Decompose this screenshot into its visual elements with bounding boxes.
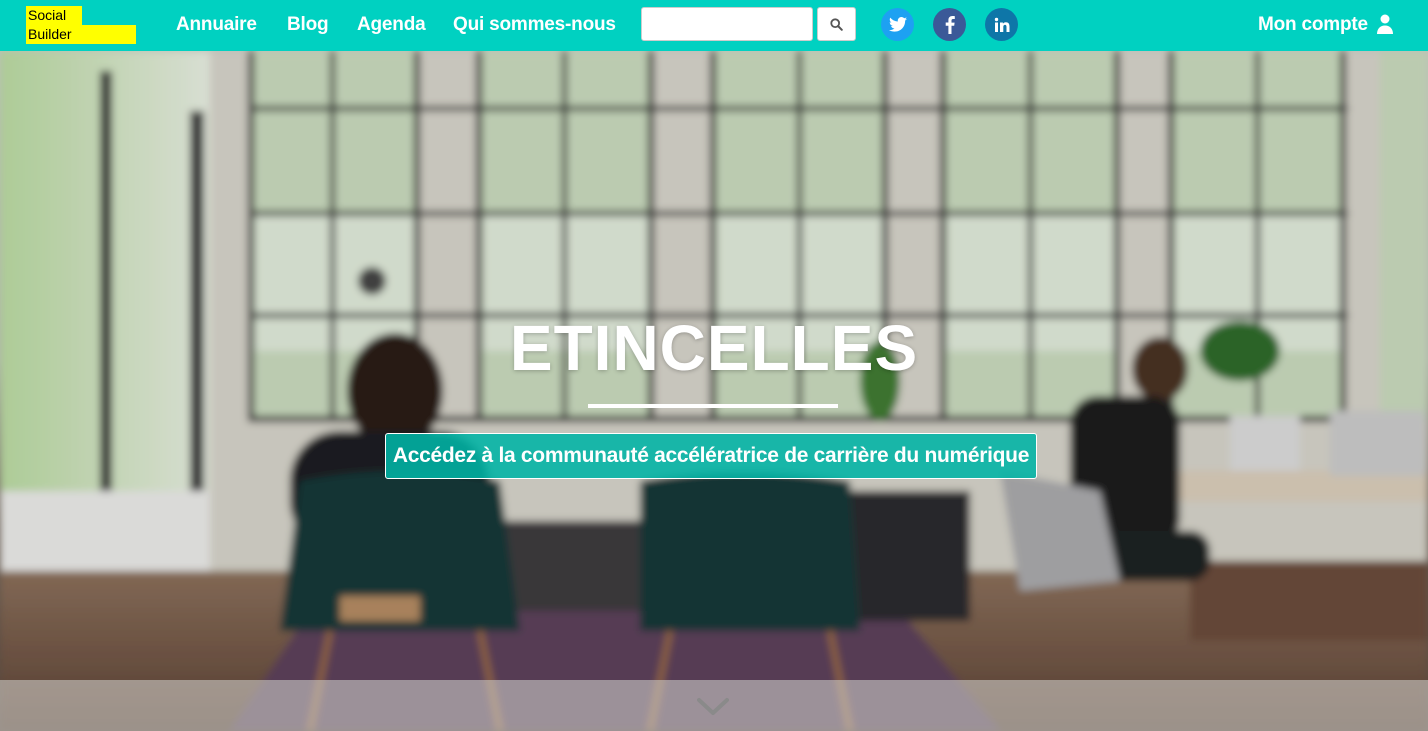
top-navbar: Social Builder Annuaire Blog Agenda Qui …: [0, 0, 1428, 51]
search-button[interactable]: [817, 7, 856, 41]
linkedin-icon: [994, 17, 1009, 32]
hero-title: ETINCELLES: [509, 312, 919, 384]
social-builder-logo[interactable]: Social Builder: [26, 6, 136, 44]
facebook-icon: [945, 15, 955, 34]
hero-tagline-button[interactable]: Accédez à la communauté accélératrice de…: [385, 433, 1037, 479]
logo-text-line1: Social: [28, 7, 67, 23]
title-divider: [588, 404, 838, 408]
nav-link-annuaire[interactable]: Annuaire: [176, 13, 257, 37]
account-link[interactable]: Mon compte: [1258, 13, 1368, 37]
user-icon[interactable]: [1376, 14, 1394, 34]
nav-link-blog[interactable]: Blog: [287, 13, 329, 37]
linkedin-button[interactable]: [985, 8, 1018, 41]
search-input[interactable]: [641, 7, 813, 41]
hero-background-photo: [0, 51, 1428, 731]
nav-link-agenda[interactable]: Agenda: [357, 13, 426, 37]
facebook-button[interactable]: [933, 8, 966, 41]
chevron-down-icon[interactable]: [697, 697, 729, 717]
twitter-icon: [888, 17, 907, 32]
logo-text-line2: Builder: [28, 26, 72, 42]
twitter-button[interactable]: [881, 8, 914, 41]
hero-section: ETINCELLES Accédez à la communauté accél…: [0, 51, 1428, 731]
nav-link-qui-sommes-nous[interactable]: Qui sommes-nous: [453, 13, 616, 37]
search-icon: [830, 17, 843, 31]
